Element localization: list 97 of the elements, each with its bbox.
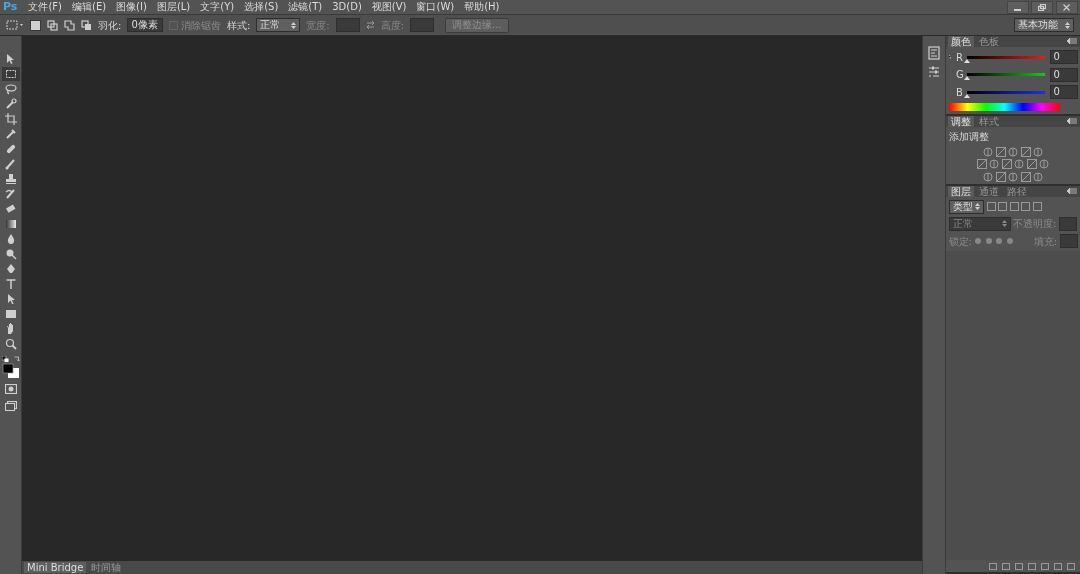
close-icon <box>1063 3 1070 11</box>
history-icon[interactable] <box>928 46 940 60</box>
blend-mode-dropdown[interactable]: 正常 <box>948 216 1011 231</box>
menu-item[interactable]: 图层(L) <box>151 0 196 14</box>
brush-tool-icon <box>4 158 17 170</box>
menu-item[interactable]: 编辑(E) <box>67 0 112 14</box>
properties-icon[interactable] <box>928 66 940 78</box>
restore-icon <box>1038 3 1046 11</box>
selection-mode-icon[interactable] <box>64 19 75 31</box>
panel-tab[interactable]: 路径 <box>1004 186 1030 197</box>
dropdown-arrow-icon <box>1001 220 1007 227</box>
panel-tab[interactable]: 调整 <box>948 115 974 127</box>
adjustment-icon[interactable] <box>1001 159 1012 169</box>
adjustment-icon[interactable] <box>1014 159 1025 169</box>
app-logo: Ps <box>2 0 19 14</box>
fill-field[interactable] <box>1059 234 1078 248</box>
history-brush-icon <box>4 188 17 200</box>
panel-tab[interactable]: 图层 <box>948 186 974 197</box>
adjustment-icon[interactable] <box>1033 171 1043 182</box>
menu-item[interactable]: 文件(F) <box>23 0 67 14</box>
rectangle-tool-icon <box>4 308 17 320</box>
menu-item[interactable]: 3D(D) <box>327 0 367 14</box>
menu-item[interactable]: 视图(V) <box>366 0 412 14</box>
feather-field[interactable]: 0像素 <box>127 18 164 32</box>
adjustment-icon[interactable] <box>989 159 1000 169</box>
menu-item[interactable]: 窗口(W) <box>411 0 460 14</box>
height-field[interactable] <box>410 18 434 32</box>
eyedropper-icon <box>4 128 17 140</box>
adjustment-icon[interactable] <box>1039 159 1050 169</box>
close-button[interactable] <box>1055 0 1078 14</box>
panel-menu-icon[interactable] <box>1067 188 1077 195</box>
quick-selection-icon <box>4 98 17 110</box>
panel-tab[interactable]: 颜色 <box>948 36 974 47</box>
stamp-tool-icon <box>4 173 17 185</box>
style-dropdown[interactable]: 正常 <box>256 18 301 32</box>
channel-value-field[interactable]: 0 <box>1049 67 1078 82</box>
adjustment-icon[interactable] <box>1026 159 1037 169</box>
dropdown-arrow-icon <box>291 21 297 29</box>
channel-value-field[interactable]: 0 <box>1049 85 1078 99</box>
adjustment-icon[interactable] <box>1008 146 1018 157</box>
adjustment-icon[interactable] <box>983 146 993 157</box>
panel-heading: 添加调整 <box>947 130 990 144</box>
width-field[interactable] <box>335 18 360 32</box>
adjustment-icon[interactable] <box>995 171 1006 182</box>
channel-value-field[interactable]: 0 <box>1049 50 1078 64</box>
marquee-tool-icon <box>4 68 17 80</box>
type-tool-icon <box>4 278 17 290</box>
menu-item[interactable]: 滤镜(T) <box>283 0 328 14</box>
panel-tab[interactable]: 色板 <box>976 36 1002 47</box>
slider-thumb[interactable] <box>963 76 970 80</box>
selection-mode-icon[interactable] <box>30 19 41 31</box>
style-label: 样式: <box>226 18 251 33</box>
opacity-field[interactable] <box>1058 216 1077 231</box>
tool-button[interactable] <box>1 67 20 81</box>
zoom-tool-icon <box>4 338 17 350</box>
selection-mode-icon[interactable] <box>81 19 92 31</box>
adjustment-icon[interactable] <box>995 146 1006 157</box>
panel-tab[interactable]: 通道 <box>976 186 1002 197</box>
feather-label: 羽化: <box>98 18 122 33</box>
color-swatches-drawing <box>1 356 20 378</box>
dropdown-arrow-icon <box>975 203 980 210</box>
channel-label: B <box>956 85 964 100</box>
workspace-dropdown[interactable]: 基本功能 <box>1014 18 1074 32</box>
layer-filter-dropdown[interactable]: 类型 <box>948 199 984 214</box>
menu-item[interactable]: 选择(S) <box>239 0 284 14</box>
channel-label: G <box>956 68 964 82</box>
panel-tab[interactable]: 样式 <box>976 115 1002 127</box>
minimize-button[interactable] <box>1006 0 1029 14</box>
panel-tab[interactable]: Mini Bridge <box>24 562 87 573</box>
pen-tool-icon <box>4 263 17 275</box>
screen-mode-icon <box>4 401 17 411</box>
lasso-tool-icon <box>4 83 17 95</box>
panel-menu-icon[interactable] <box>1067 117 1077 125</box>
adjustment-icon[interactable] <box>1020 146 1031 157</box>
quick-mask-icon <box>4 383 17 394</box>
dropdown-arrow-icon <box>1065 21 1070 29</box>
dodge-tool-icon <box>4 248 17 260</box>
color-spectrum-bar[interactable] <box>949 102 1060 111</box>
gradient-tool-icon <box>4 218 17 230</box>
marquee-tool-icon[interactable] <box>6 20 24 30</box>
menu-item[interactable]: 图像(I) <box>111 0 152 14</box>
menu-item[interactable]: 文字(Y) <box>195 0 240 14</box>
adjustment-icon[interactable] <box>983 171 993 182</box>
swap-icon[interactable] <box>365 21 375 29</box>
channel-label: R <box>956 50 964 65</box>
adjustment-icon[interactable] <box>1020 171 1031 182</box>
restore-button[interactable] <box>1031 0 1053 14</box>
selection-mode-icon[interactable] <box>47 19 58 31</box>
adjustment-icon[interactable] <box>1033 146 1043 157</box>
menu-item[interactable]: 帮助(H) <box>459 0 505 14</box>
slider-thumb[interactable] <box>963 93 970 98</box>
adjustment-icon[interactable] <box>1008 171 1018 182</box>
crop-tool-icon <box>4 113 17 125</box>
panel-tab[interactable]: 时间轴 <box>88 562 125 573</box>
panel-menu-icon[interactable] <box>1067 38 1077 45</box>
slider-thumb[interactable] <box>963 58 970 63</box>
adjustment-icon[interactable] <box>976 159 987 169</box>
